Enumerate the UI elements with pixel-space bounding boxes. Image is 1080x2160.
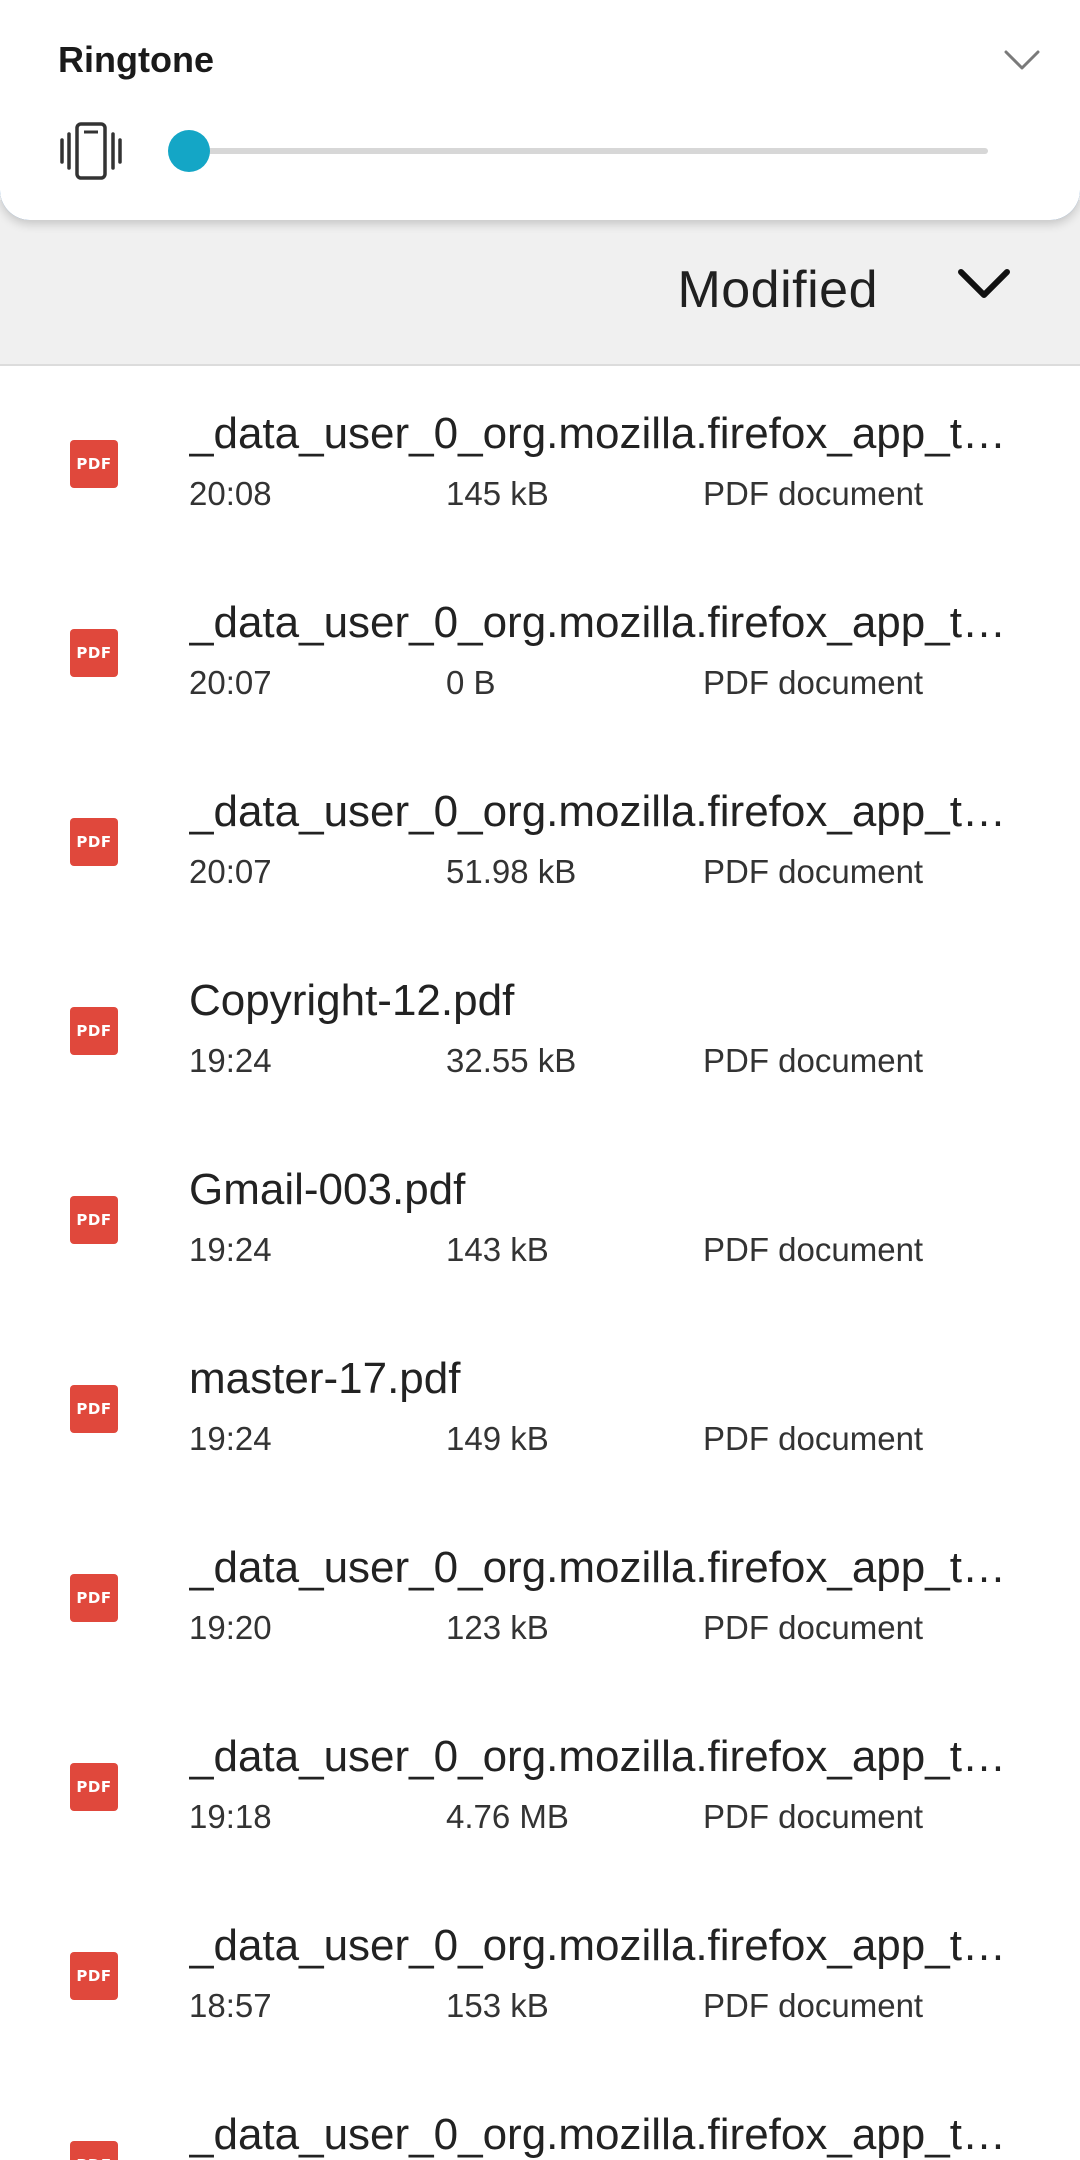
file-type: PDF document [703, 1987, 924, 2024]
screen: Ringtone Modified PDF _data_user_0_org.mo… [0, 0, 1080, 2160]
volume-panel: Ringtone [0, 0, 1080, 220]
file-type: PDF document [703, 853, 924, 890]
chevron-down-icon[interactable] [955, 264, 1013, 304]
list-item[interactable]: PDF _data_user_0_org.mozilla.firefox_app_… [0, 557, 1080, 746]
file-size: 153 kB [446, 1987, 549, 2024]
file-type: PDF document [703, 1420, 924, 1457]
file-size: 32.55 kB [446, 1042, 577, 1079]
file-size: 149 kB [446, 1420, 549, 1457]
pdf-file-icon: PDF [70, 818, 118, 866]
pdf-file-icon: PDF [70, 1385, 118, 1433]
file-name: _data_user_0_org.mozilla.firefox_app_tem… [189, 2110, 1015, 2159]
file-time: 19:20 [189, 1609, 272, 1646]
file-name: _data_user_0_org.mozilla.firefox_app_tem… [189, 1732, 1015, 1781]
list-item[interactable]: PDF _data_user_0_org.mozilla.firefox_app_… [0, 1502, 1080, 1691]
file-name: _data_user_0_org.mozilla.firefox_app_tem… [189, 598, 1015, 647]
list-item[interactable]: PDF Gmail-003.pdf 19:24 143 kB PDF document [0, 1124, 1080, 1313]
file-name: _data_user_0_org.mozilla.firefox_app_tem… [189, 787, 1015, 836]
list-item[interactable]: PDF _data_user_0_org.mozilla.firefox_app_… [0, 368, 1080, 557]
pdf-file-icon: PDF [70, 1763, 118, 1811]
file-time: 19:24 [189, 1042, 272, 1079]
sort-label[interactable]: Modified [677, 260, 878, 320]
file-type: PDF document [703, 664, 924, 701]
pdf-file-icon: PDF [70, 1952, 118, 2000]
file-type: PDF document [703, 1042, 924, 1079]
pdf-file-icon: PDF [70, 2141, 118, 2160]
file-type: PDF document [703, 1231, 924, 1268]
file-size: 145 kB [446, 475, 549, 512]
file-time: 18:57 [189, 1987, 272, 2024]
file-size: 123 kB [446, 1609, 549, 1646]
file-time: 20:08 [189, 475, 272, 512]
pdf-file-icon: PDF [70, 1007, 118, 1055]
file-type: PDF document [703, 475, 924, 512]
file-name: _data_user_0_org.mozilla.firefox_app_tem… [189, 1921, 1015, 1970]
file-name: Copyright-12.pdf [189, 976, 515, 1025]
pdf-file-icon: PDF [70, 1574, 118, 1622]
file-time: 19:18 [189, 1798, 272, 1835]
file-name: Gmail-003.pdf [189, 1165, 466, 1214]
file-size: 143 kB [446, 1231, 549, 1268]
file-time: 19:24 [189, 1231, 272, 1268]
volume-panel-title: Ringtone [58, 39, 214, 80]
pdf-file-icon: PDF [70, 629, 118, 677]
list-item[interactable]: PDF master-17.pdf 19:24 149 kB PDF document [0, 1313, 1080, 1502]
sort-bar[interactable]: Modified [0, 200, 1080, 366]
file-size: 51.98 kB [446, 853, 577, 890]
file-size: 4.76 MB [446, 1798, 569, 1835]
list-item[interactable]: PDF _data_user_0_org.mozilla.firefox_app_… [0, 1880, 1080, 2069]
list-item[interactable]: PDF _data_user_0_org.mozilla.firefox_app_… [0, 1691, 1080, 1880]
file-time: 20:07 [189, 664, 272, 701]
file-type: PDF document [703, 1798, 924, 1835]
file-name: _data_user_0_org.mozilla.firefox_app_tem… [189, 409, 1015, 458]
list-item[interactable]: PDF _data_user_0_org.mozilla.firefox_app_… [0, 2069, 1080, 2160]
list-item[interactable]: PDF _data_user_0_org.mozilla.firefox_app_… [0, 746, 1080, 935]
chevron-down-icon[interactable] [1002, 46, 1042, 74]
file-type: PDF document [703, 1609, 924, 1646]
volume-slider-track[interactable] [190, 148, 988, 154]
file-name: master-17.pdf [189, 1354, 461, 1403]
pdf-file-icon: PDF [70, 440, 118, 488]
file-name: _data_user_0_org.mozilla.firefox_app_tem… [189, 1543, 1015, 1592]
volume-slider-thumb[interactable] [168, 130, 210, 172]
file-size: 0 B [446, 664, 496, 701]
list-item[interactable]: PDF Copyright-12.pdf 19:24 32.55 kB PDF docu… [0, 935, 1080, 1124]
file-time: 20:07 [189, 853, 272, 890]
pdf-file-icon: PDF [70, 1196, 118, 1244]
vibrate-icon[interactable] [60, 122, 122, 180]
file-time: 19:24 [189, 1420, 272, 1457]
